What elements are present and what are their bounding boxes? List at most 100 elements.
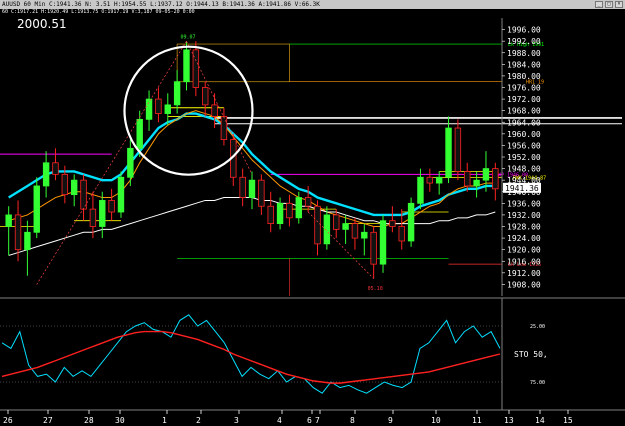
candle-body [108, 200, 115, 213]
time-tick-label: 26 [3, 416, 13, 425]
price-tick-label: 1960.00 [507, 130, 541, 139]
candle-body [145, 98, 153, 120]
price-tick-label: 1968.00 [507, 107, 541, 116]
time-tick-label: 27 [43, 416, 53, 425]
price-tick-label: 1936.00 [507, 199, 541, 208]
annotation-label: 09.07 [180, 34, 195, 40]
time-tick-label: 8 [350, 416, 355, 425]
price-tick-label: 1908.00 [507, 280, 541, 289]
time-tick-label: 10 [431, 416, 441, 425]
time-tick-label: 9 [388, 416, 393, 425]
candle-body [99, 200, 106, 227]
time-tick-label: 3 [234, 416, 239, 425]
candle-body [389, 220, 396, 227]
time-tick-label: 7 [315, 416, 320, 425]
candle-body [464, 171, 471, 187]
candle-body [33, 185, 40, 233]
candle-body [482, 168, 490, 181]
candle-body [258, 179, 265, 207]
candle-body [407, 202, 415, 242]
candle-body [211, 104, 218, 117]
candle-body [304, 197, 312, 207]
candle-body [70, 179, 78, 196]
candle-body [267, 205, 274, 225]
indicator-label: STO 50, [514, 350, 548, 359]
annotations: 09.07 05.10 [36, 34, 383, 292]
candle-body [14, 214, 22, 251]
candle-body [445, 127, 452, 178]
candle-body [239, 176, 246, 198]
candle-body [24, 231, 31, 251]
candle-body [183, 49, 190, 83]
candle-body [164, 104, 171, 114]
price-tick-label: 1912.00 [507, 269, 541, 278]
chart-canvas: Lk High 1991HR1 19WP 1946.00RWK 1944.87L… [0, 18, 625, 426]
chart-window: AUUSD 60 Min C:1941.36 N: 3.51 H:1954.55… [0, 0, 625, 426]
time-tick-label: 11 [472, 416, 482, 425]
candle-body [42, 162, 50, 187]
price-axis: 1908.00 1912.00 1916.00 1920.00 1924.00 1928.… [501, 18, 541, 296]
time-tick-label: 15 [563, 416, 573, 425]
price-tick-label: 1988.00 [507, 49, 541, 58]
candle-body [342, 223, 349, 230]
last-price-tag-label: 1941.36 [505, 184, 539, 193]
candle-body [361, 231, 368, 239]
price-tick-label: 1916.00 [507, 257, 541, 266]
candle-body [398, 226, 405, 242]
time-tick-label: 14 [535, 416, 545, 425]
candle-body [52, 162, 59, 175]
time-tick-label: 2 [196, 416, 201, 425]
candle-body [333, 214, 340, 230]
candle-body [454, 127, 462, 172]
candle-body [295, 197, 302, 219]
price-tick-label: 1996.00 [507, 26, 541, 35]
candle-body [117, 176, 125, 213]
candle-body [173, 81, 181, 106]
price-tick-label: 1928.00 [507, 223, 541, 232]
time-tick-label: 13 [504, 416, 514, 425]
candle-body [89, 208, 97, 227]
price-tick-label: 1924.00 [507, 234, 541, 243]
candle-body [286, 202, 293, 219]
stochastic-panel: 25.00 75.00 STO 50, [0, 297, 625, 410]
indicator-tick-label: 75.00 [530, 380, 545, 386]
price-tick-label: 1992.00 [507, 37, 541, 46]
price-tick-label: 1972.00 [507, 95, 541, 104]
price-tick-label: 1964.00 [507, 118, 541, 127]
price-tick-label: 1952.00 [507, 153, 541, 162]
candle-body [426, 176, 434, 184]
candle-body [127, 147, 134, 178]
time-axis: 26 27 28 30 1 2 3 4 6 7 8 9 10 11 13 14 15 [0, 409, 625, 426]
candle-body [276, 202, 284, 225]
price-tick-label: 1980.00 [507, 72, 541, 81]
price-tick-label: 1920.00 [507, 246, 541, 255]
time-tick-label: 4 [277, 416, 282, 425]
indicator-line [1, 314, 501, 394]
time-tick-label: 30 [115, 416, 125, 425]
candle-body [136, 118, 143, 149]
time-axis-bg [0, 410, 625, 426]
indicator-line [1, 330, 501, 384]
price-tick-label: 1984.00 [507, 60, 541, 69]
trend-line [36, 40, 187, 285]
candle-body [435, 176, 443, 184]
candle-body [5, 214, 12, 227]
candle-body [370, 231, 377, 265]
candle-body [201, 87, 209, 106]
time-tick-label: 1 [162, 416, 167, 425]
candle-body [351, 223, 359, 239]
candle-body [248, 179, 256, 198]
price-tick-label: 1956.00 [507, 141, 541, 150]
price-tick-label: 1976.00 [507, 84, 541, 93]
candle-body [417, 176, 424, 204]
candle-body [155, 98, 162, 114]
candle-body [379, 220, 387, 265]
time-tick-label: 28 [84, 416, 94, 425]
candle-body [314, 205, 321, 245]
price-tick-label: 1948.00 [507, 165, 541, 174]
candle-body [220, 116, 228, 141]
candle-body [473, 179, 480, 187]
indicator-tick-label: 25.00 [530, 324, 545, 330]
candle-body [61, 173, 69, 196]
price-tick-label: 1932.00 [507, 211, 541, 220]
